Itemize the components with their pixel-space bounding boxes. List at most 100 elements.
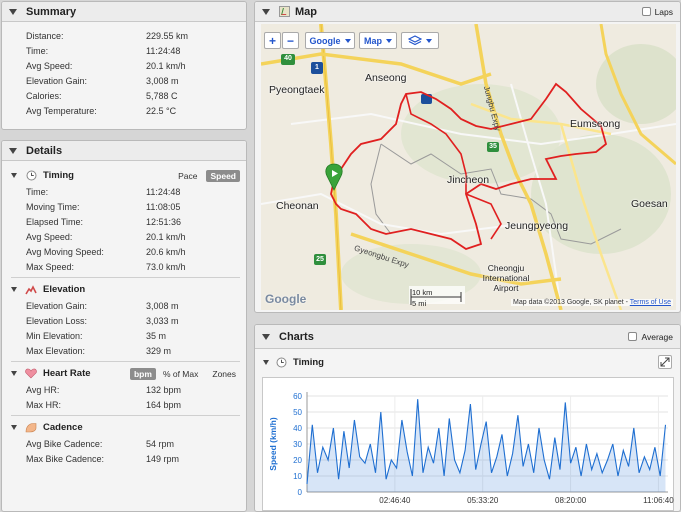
city-label-cheonan: Cheonan xyxy=(276,200,319,212)
cadence-title: Cadence xyxy=(43,422,83,433)
charts-header[interactable]: Charts Average xyxy=(255,325,680,349)
chevron-down-icon xyxy=(426,38,432,43)
collapse-triangle-icon[interactable] xyxy=(11,287,17,292)
chevron-down-icon xyxy=(344,38,351,43)
timing-row: Avg Speed: 20.1 km/h xyxy=(26,231,186,242)
cadence-section-header[interactable]: Cadence xyxy=(11,419,240,436)
map-type-dropdown[interactable]: Map xyxy=(359,32,397,49)
summary-header[interactable]: Summary xyxy=(2,2,246,22)
timing-row: Time: 11:24:48 xyxy=(26,186,181,197)
y-tick-label: 40 xyxy=(293,424,302,433)
y-tick-label: 20 xyxy=(293,456,302,465)
collapse-triangle-icon[interactable] xyxy=(262,333,270,340)
heart-rate-section-header[interactable]: Heart Rate bpm % of Max Zones xyxy=(11,365,240,382)
y-tick-label: 0 xyxy=(298,488,303,497)
map-header[interactable]: Map Laps xyxy=(255,2,680,22)
collapse-triangle-icon[interactable] xyxy=(9,8,17,15)
terms-of-use-link[interactable]: Terms of Use xyxy=(630,299,671,306)
timing-row: Max Speed: 73.0 km/h xyxy=(26,261,186,272)
details-header[interactable]: Details xyxy=(2,141,246,161)
collapse-triangle-icon[interactable] xyxy=(11,371,17,376)
timing-section-header[interactable]: Timing Pace Speed xyxy=(11,167,240,184)
map-graphic xyxy=(261,24,676,310)
details-panel: Details Timing Pace Speed Time: 11:24:48 … xyxy=(1,140,247,512)
city-label-jeungpyeong: Jeungpyeong xyxy=(505,220,569,232)
section-divider xyxy=(11,415,240,416)
collapse-triangle-icon[interactable] xyxy=(11,425,17,430)
speed-chart-area[interactable]: 0 10 20 30 40 50 60 02:46:40 05:33:20 08:20:00 11:… xyxy=(262,377,674,511)
map-canvas[interactable]: Anseong Pyeongtaek Eumseong Jincheon Che… xyxy=(261,24,676,310)
highway-shield-35-label: 35 xyxy=(489,143,497,150)
laps-checkbox[interactable] xyxy=(641,7,651,16)
cadence-icon xyxy=(25,422,37,434)
timing-chart-header[interactable]: Timing xyxy=(255,350,680,374)
details-body: Timing Pace Speed Time: 11:24:48 Moving T… xyxy=(2,161,246,466)
summary-title: Summary xyxy=(26,5,77,18)
elevation-icon xyxy=(25,284,37,296)
city-label-cheongju-airport: Cheongju International Airport xyxy=(482,263,530,293)
heart-rate-row: Avg HR: 132 bpm xyxy=(26,384,182,395)
percent-of-max-toggle[interactable]: % of Max xyxy=(159,368,202,380)
summary-row: Distance: 229.55 km xyxy=(26,30,189,41)
clock-icon xyxy=(25,170,37,182)
summary-rows: Distance: 229.55 km Time: 11:24:48 Avg Spe… xyxy=(2,22,246,118)
highway-shield-40-label: 40 xyxy=(284,55,292,62)
highway-shield-25-label: 25 xyxy=(316,256,324,263)
heart-rate-row: Max HR: 164 bpm xyxy=(26,399,182,410)
cadence-row: Max Bike Cadence: 149 rpm xyxy=(26,453,180,464)
heart-icon xyxy=(25,368,37,380)
summary-row: Avg Temperature: 22.5 °C xyxy=(26,105,177,116)
elevation-row: Max Elevation: 329 m xyxy=(26,345,172,356)
map-title: Map xyxy=(295,5,317,18)
average-checkbox[interactable] xyxy=(628,332,638,341)
pace-toggle[interactable]: Pace xyxy=(174,170,201,182)
bpm-toggle[interactable]: bpm xyxy=(129,367,156,380)
heart-rate-rows: Avg HR: 132 bpm Max HR: 164 bpm xyxy=(11,382,240,412)
collapse-triangle-icon[interactable] xyxy=(262,8,270,15)
start-marker-icon[interactable] xyxy=(325,163,343,191)
laps-label: Laps xyxy=(654,6,673,17)
y-axis-label: Speed (km/h) xyxy=(268,417,278,471)
zoom-in-button[interactable]: + xyxy=(264,32,281,49)
elevation-title: Elevation xyxy=(43,284,86,295)
average-label: Average xyxy=(641,331,673,342)
scale-km-label: 10 km xyxy=(412,288,433,297)
x-tick-label: 05:33:20 xyxy=(467,496,499,505)
y-tick-label: 50 xyxy=(293,408,302,417)
details-title: Details xyxy=(26,144,63,157)
charts-panel: Charts Average Timing 0 10 20 30 40 50 60 02:46… xyxy=(254,324,681,512)
timing-rows: Time: 11:24:48 Moving Time: 11:08:05 Elaps… xyxy=(11,184,240,274)
cadence-row: Avg Bike Cadence: 54 rpm xyxy=(26,438,175,449)
y-tick-label: 30 xyxy=(293,440,302,449)
collapse-triangle-icon[interactable] xyxy=(263,359,269,365)
summary-row: Time: 11:24:48 xyxy=(26,45,181,56)
elevation-row: Min Elevation: 35 m xyxy=(26,330,167,341)
zones-toggle[interactable]: Zones xyxy=(208,368,240,380)
heart-rate-title: Heart Rate xyxy=(43,368,91,379)
scale-mi-label: 5 mi xyxy=(412,299,427,308)
expand-icon[interactable] xyxy=(658,355,672,369)
timing-row: Avg Moving Speed: 20.6 km/h xyxy=(26,246,186,257)
y-tick-label: 60 xyxy=(293,392,302,401)
speed-toggle[interactable]: Speed xyxy=(206,169,240,182)
collapse-triangle-icon[interactable] xyxy=(9,147,17,154)
timing-row: Moving Time: 11:08:05 xyxy=(26,201,181,212)
highway-shield-1-label: 1 xyxy=(315,64,319,71)
clock-icon xyxy=(276,357,287,368)
speed-chart: 0 10 20 30 40 50 60 02:46:40 05:33:20 08:20:00 11:… xyxy=(268,392,674,505)
summary-row: Avg Speed: 20.1 km/h xyxy=(26,60,186,71)
map-layers-dropdown[interactable] xyxy=(401,32,439,49)
google-logo: Google xyxy=(265,292,307,306)
zoom-out-button[interactable]: − xyxy=(282,32,299,49)
x-tick-label: 11:06:40 xyxy=(643,496,674,505)
map-panel: Map Laps Anseong Pyeongtaek Eumseong Jin… xyxy=(254,1,681,313)
summary-row: Elevation Gain: 3,008 m xyxy=(26,75,179,86)
elevation-section-header[interactable]: Elevation xyxy=(11,281,240,298)
section-divider xyxy=(11,361,240,362)
section-divider xyxy=(11,277,240,278)
x-tick-label: 02:46:40 xyxy=(379,496,411,505)
collapse-triangle-icon[interactable] xyxy=(11,173,17,178)
city-label-pyeongtaek: Pyeongtaek xyxy=(269,84,325,96)
map-provider-dropdown[interactable]: Google xyxy=(305,32,355,49)
elevation-row: Elevation Gain: 3,008 m xyxy=(26,300,179,311)
